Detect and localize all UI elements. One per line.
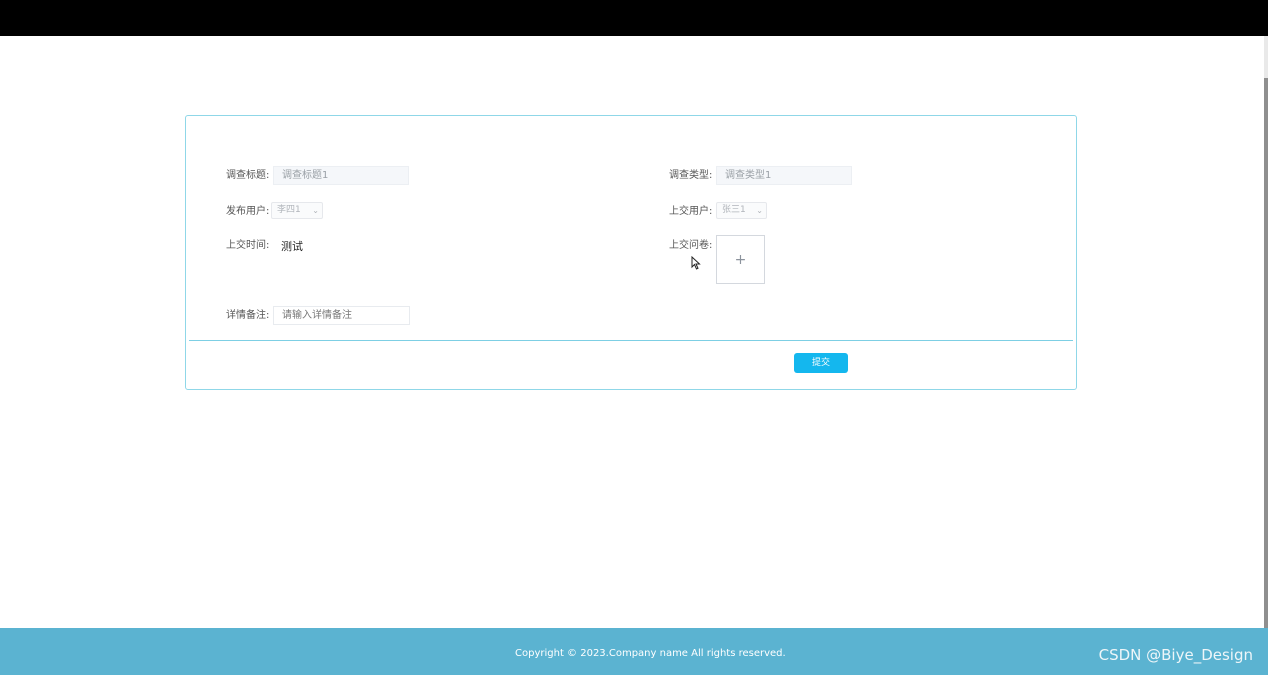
survey-type-field[interactable]: 调查类型1 — [716, 166, 852, 185]
details-label: 详情备注: — [226, 310, 270, 321]
chevron-down-icon: ⌄ — [756, 206, 763, 215]
publisher-label: 发布用户: — [226, 206, 270, 217]
chevron-down-icon: ⌄ — [312, 206, 319, 215]
submit-time-label: 上交时间: — [226, 240, 270, 251]
footer: Copyright © 2023.Company name All rights… — [0, 628, 1268, 675]
submitter-select-value: 张三1 — [722, 205, 746, 215]
publisher-select-value: 李四1 — [277, 205, 301, 215]
submitter-select[interactable]: 张三1 ⌄ — [716, 202, 767, 219]
survey-title-label: 调查标题: — [226, 170, 270, 181]
scrollbar-thumb[interactable] — [1264, 78, 1268, 628]
survey-type-label: 调查类型: — [669, 170, 713, 181]
watermark-text: CSDN @Biye_Design — [1098, 646, 1253, 664]
details-input[interactable]: 请输入详情备注 — [273, 306, 410, 325]
submit-time-value: 测试 — [281, 240, 303, 253]
browser-top-bar — [0, 0, 1268, 36]
questionnaire-upload[interactable]: + — [716, 235, 765, 284]
survey-title-field[interactable]: 调查标题1 — [273, 166, 409, 185]
copyright-text: Copyright © 2023.Company name All rights… — [515, 648, 786, 659]
plus-icon: + — [734, 251, 747, 268]
submitter-label: 上交用户: — [669, 206, 713, 217]
mouse-cursor-icon — [691, 256, 701, 270]
questionnaire-label: 上交问卷: — [669, 240, 713, 251]
submit-button[interactable]: 提交 — [794, 353, 848, 373]
publisher-select[interactable]: 李四1 ⌄ — [271, 202, 323, 219]
form-divider — [189, 340, 1073, 341]
form-card: 调查标题: 调查标题1 调查类型: 调查类型1 发布用户: 李四1 ⌄ 上交用户… — [185, 115, 1077, 390]
